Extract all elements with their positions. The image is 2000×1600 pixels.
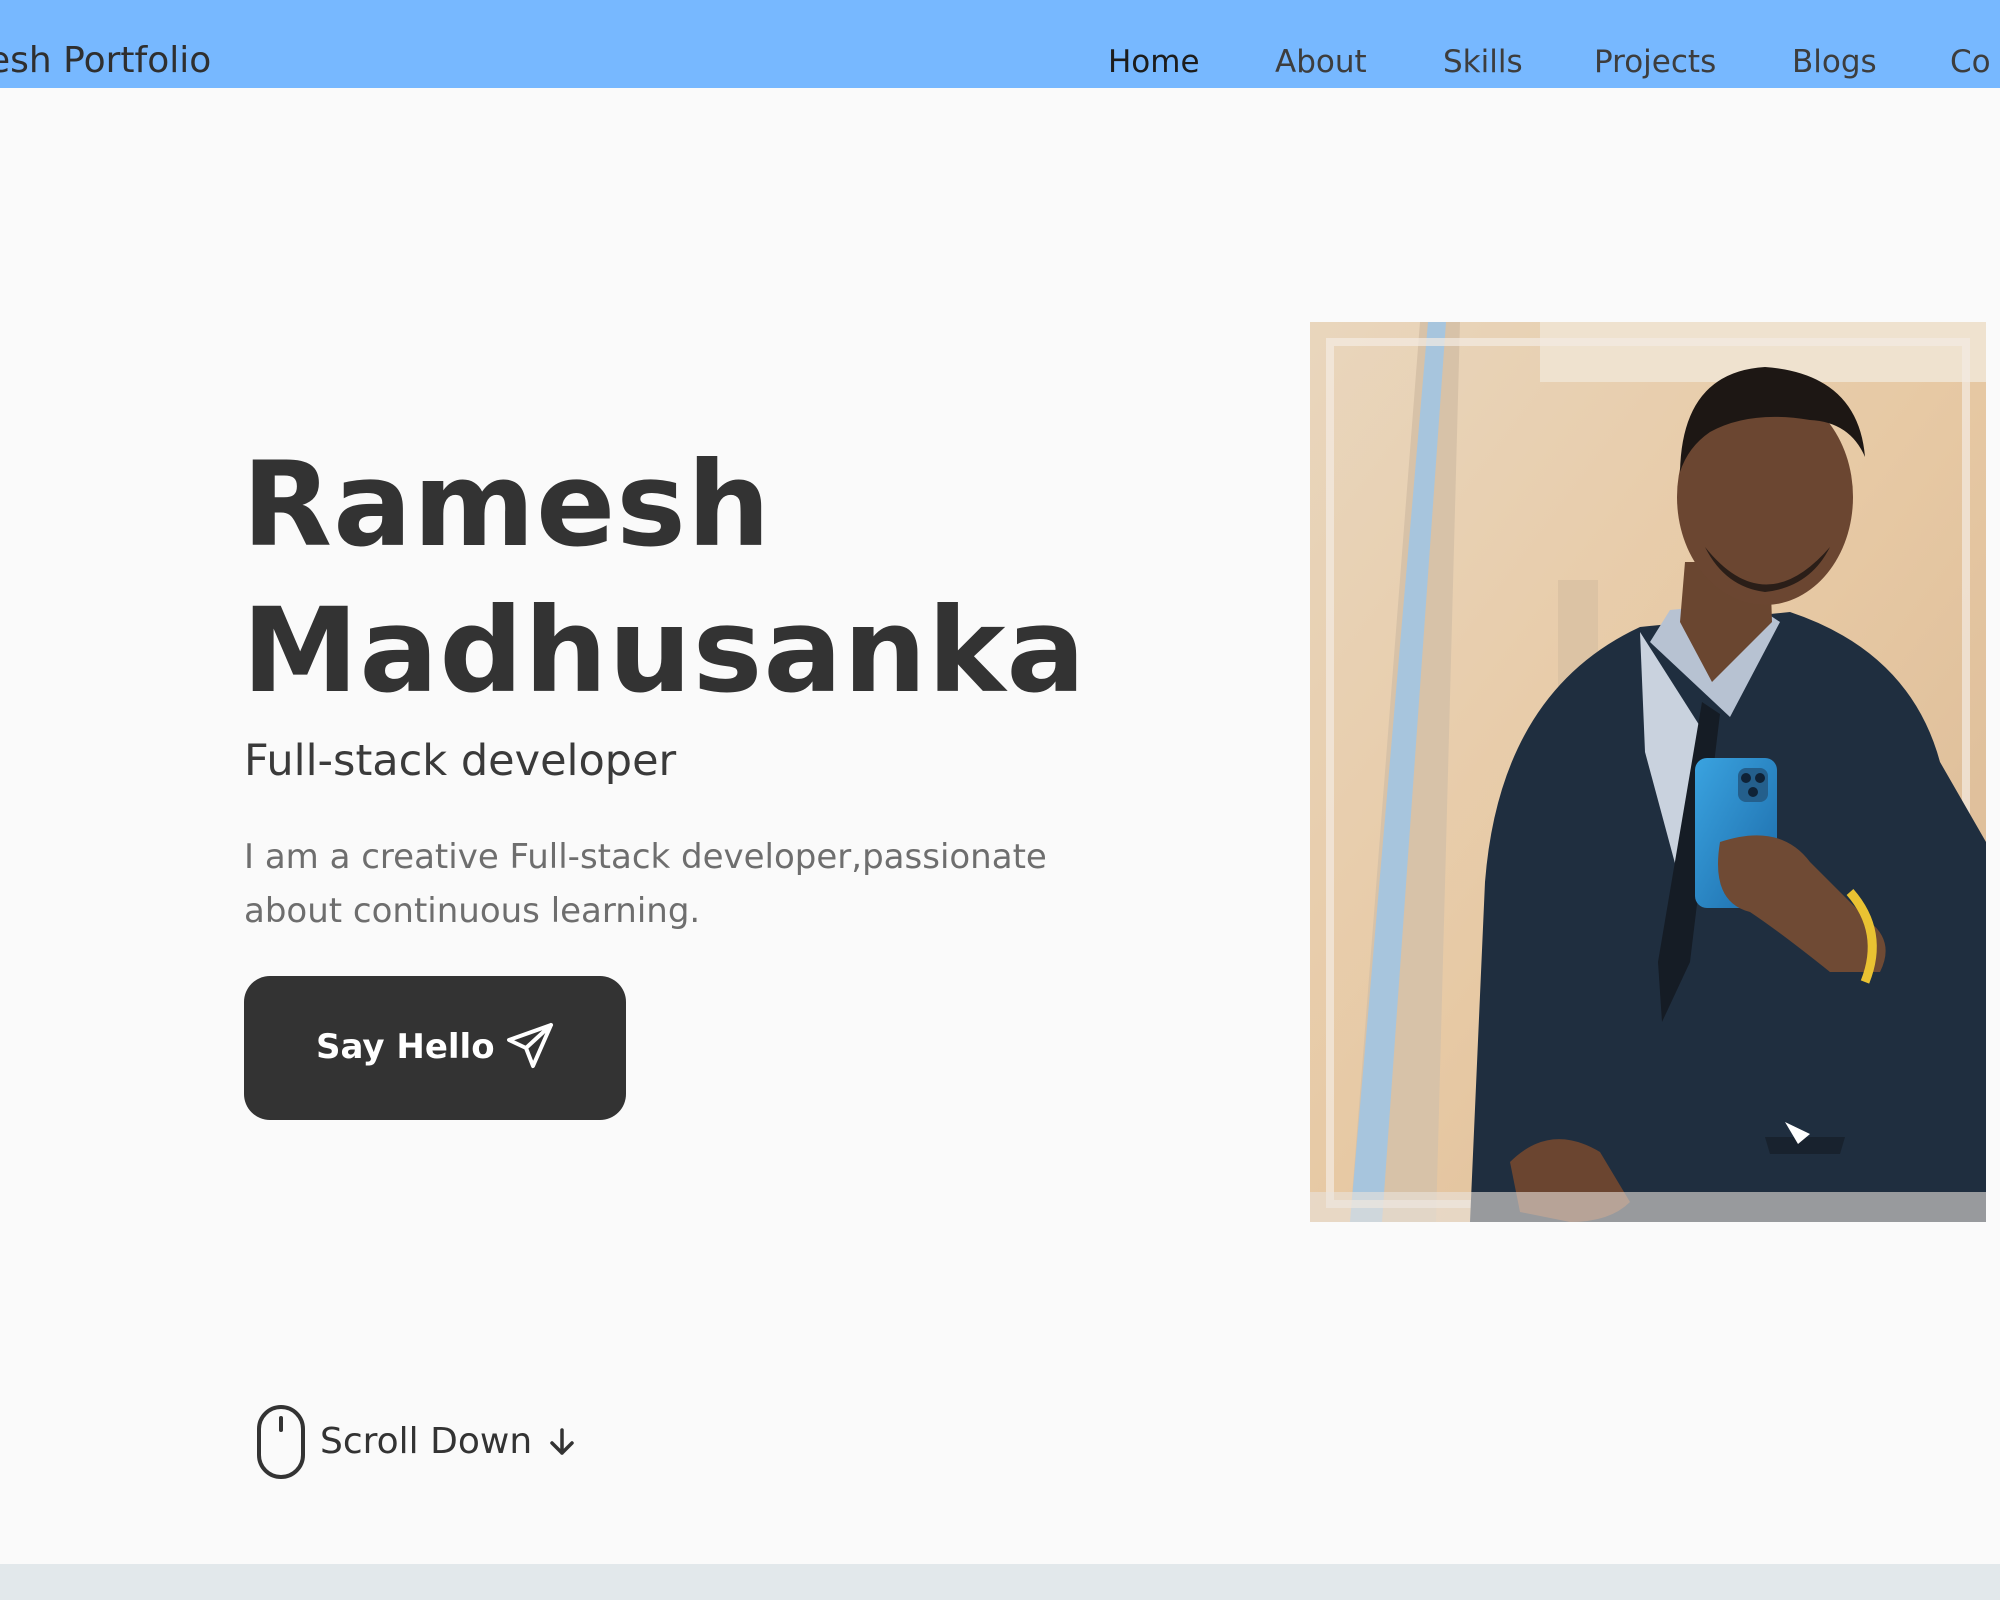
scroll-down-label: Scroll Down xyxy=(320,1421,533,1462)
arrow-down-icon xyxy=(546,1426,578,1458)
hero-name-line2: Madhusanka xyxy=(242,582,1087,719)
nav-skills[interactable]: Skills xyxy=(1443,40,1523,84)
hero-description: I am a creative Full-stack developer,pas… xyxy=(244,837,1047,931)
scroll-down-link[interactable]: Scroll Down xyxy=(256,1404,596,1480)
nav-home[interactable]: Home xyxy=(1108,40,1200,84)
hero-name-line1: Ramesh xyxy=(242,436,772,573)
navbar: esh Portfolio Home About Skills Projects… xyxy=(0,0,2000,88)
nav-contact[interactable]: Co xyxy=(1950,40,1991,84)
hero-name: Ramesh Madhusanka xyxy=(242,432,1086,724)
say-hello-label: Say Hello xyxy=(316,1027,495,1067)
profile-photo xyxy=(1310,322,1986,1222)
hero-subtitle: Full-stack developer xyxy=(244,736,677,786)
brand-logo[interactable]: esh Portfolio xyxy=(0,36,211,86)
nav-blogs[interactable]: Blogs xyxy=(1792,40,1877,84)
say-hello-button[interactable]: Say Hello xyxy=(244,976,626,1120)
next-section-edge xyxy=(0,1564,2000,1600)
nav-projects[interactable]: Projects xyxy=(1594,40,1716,84)
send-icon xyxy=(504,1020,556,1072)
nav-about[interactable]: About xyxy=(1275,40,1367,84)
mouse-icon xyxy=(256,1404,306,1480)
